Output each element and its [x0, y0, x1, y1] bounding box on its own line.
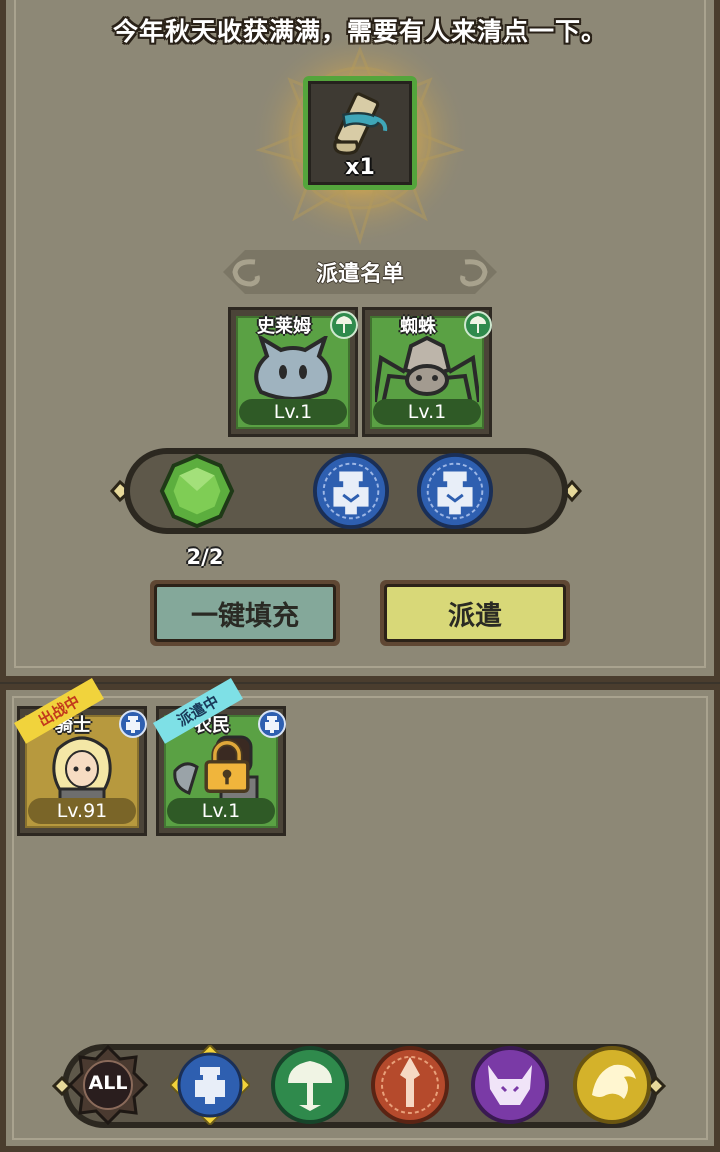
- human-faction-icon: [168, 1043, 252, 1127]
- monster-name: 蜘蛛: [400, 316, 436, 337]
- monster-level: Lv.1: [239, 399, 347, 425]
- nature-faction-icon: [464, 311, 492, 339]
- monster-name: 史莱姆: [257, 316, 311, 337]
- filter-beast-button[interactable]: [572, 1045, 652, 1125]
- autofill-button[interactable]: 一键填充: [150, 580, 340, 646]
- dispatch-list-title: 派遣名单: [315, 262, 404, 287]
- filter-demon-button[interactable]: [470, 1045, 550, 1125]
- beast-faction-icon: [573, 1046, 651, 1124]
- roster-hero-card[interactable]: 骑士 Lv.91 出战中: [14, 678, 147, 836]
- human-faction-icon: [416, 452, 494, 530]
- scroll-icon: [333, 92, 388, 155]
- condition-count: 2/2: [186, 545, 224, 569]
- lock-icon: [204, 739, 250, 793]
- human-faction-icon: [119, 710, 147, 738]
- monster-level: Lv.1: [373, 399, 481, 425]
- slime-icon: [254, 336, 332, 401]
- filter-all-label: ALL: [88, 1072, 128, 1094]
- human-faction-icon: [312, 452, 390, 530]
- green-gem-icon: [159, 453, 235, 529]
- required-monster-card[interactable]: 史莱姆 Lv.1: [228, 307, 358, 437]
- autofill-button-label: 一键填充: [154, 584, 336, 642]
- dispatch-button[interactable]: 派遣: [380, 580, 570, 646]
- hero-level: Lv.91: [28, 798, 136, 824]
- required-monster-card[interactable]: 蜘蛛 Lv.1: [362, 307, 492, 437]
- hero-level: Lv.1: [167, 798, 275, 824]
- spider-icon: [375, 336, 479, 405]
- demon-faction-icon: [471, 1046, 549, 1124]
- reward-item-slot[interactable]: x1: [303, 76, 417, 190]
- roster-hero-card[interactable]: 农民 Lv.1 派遣中: [153, 678, 286, 836]
- nature-faction-icon: [330, 311, 358, 339]
- filter-all-button[interactable]: ALL: [67, 1044, 149, 1126]
- dispatch-button-label: 派遣: [384, 584, 566, 642]
- reward-count: x1: [345, 155, 375, 180]
- human-faction-icon: [258, 710, 286, 738]
- filter-orc-button[interactable]: [370, 1045, 450, 1125]
- filter-human-button[interactable]: [168, 1043, 252, 1127]
- filter-nature-button[interactable]: [270, 1045, 350, 1125]
- orc-faction-icon: [371, 1046, 449, 1124]
- nature-faction-icon: [271, 1046, 349, 1124]
